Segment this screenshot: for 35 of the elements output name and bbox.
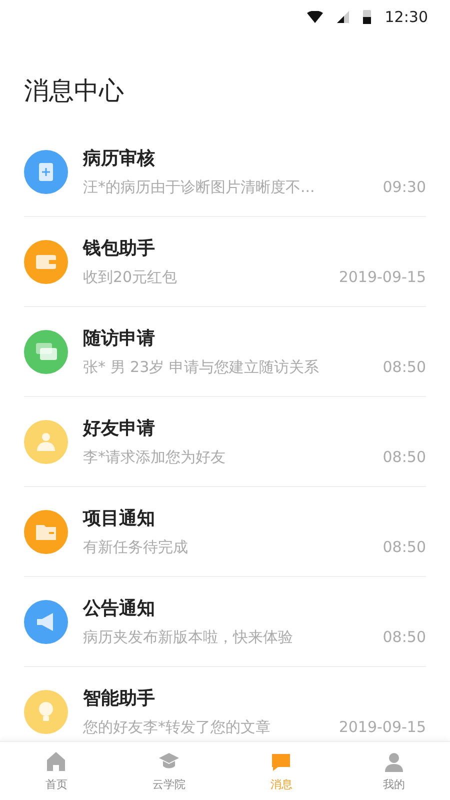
page-title: 消息中心 [23, 75, 125, 107]
message-title: 项目通知 [83, 507, 156, 530]
message-title: 钱包助手 [83, 237, 156, 260]
status-time: 12:30 [384, 8, 428, 26]
message-row[interactable]: 随访申请 张* 男 23岁 申请与您建立随访关系 08:50 [24, 307, 426, 397]
message-time: 2019-09-15 [338, 268, 426, 287]
message-time: 08:50 [382, 358, 426, 377]
message-preview: 收到20元红包 [83, 268, 178, 287]
message-title: 好友申请 [83, 417, 156, 440]
message-title: 病历审核 [83, 147, 156, 170]
message-time: 08:50 [382, 628, 426, 647]
message-preview: 您的好友李*转发了您的文章 [83, 718, 270, 737]
message-title: 公告通知 [83, 597, 156, 620]
message-time: 09:30 [382, 178, 426, 197]
tab[interactable]: 首页 [0, 742, 112, 800]
message-preview: 病历夹发布新版本啦，快来体验 [83, 628, 293, 647]
message-title: 随访申请 [83, 327, 156, 350]
message-time: 2019-09-15 [338, 718, 426, 737]
message-time: 08:50 [382, 448, 426, 467]
message-row[interactable]: 钱包助手 收到20元红包 2019-09-15 [24, 217, 426, 307]
tab[interactable]: 云学院 [112, 742, 225, 800]
tab[interactable]: 我的 [338, 742, 450, 800]
message-preview: 汪*的病历由于诊断图片清晰度不... [83, 178, 315, 197]
message-row[interactable]: 项目通知 有新任务待完成 08:50 [24, 487, 426, 577]
message-row[interactable]: 好友申请 李*请求添加您为好友 08:50 [24, 397, 426, 487]
battery-icon [362, 10, 371, 24]
message-preview: 李*请求添加您为好友 [83, 448, 226, 467]
message-row[interactable]: 病历审核 汪*的病历由于诊断图片清晰度不... 09:30 [24, 127, 426, 217]
message-row[interactable]: 公告通知 病历夹发布新版本啦，快来体验 08:50 [24, 577, 426, 667]
message-title: 智能助手 [83, 687, 156, 710]
message-time: 08:50 [382, 538, 426, 557]
message-preview: 张* 男 23岁 申请与您建立随访关系 [83, 358, 319, 377]
wifi-icon [306, 11, 323, 23]
message-preview: 有新任务待完成 [83, 538, 188, 557]
signal-icon [336, 11, 349, 23]
